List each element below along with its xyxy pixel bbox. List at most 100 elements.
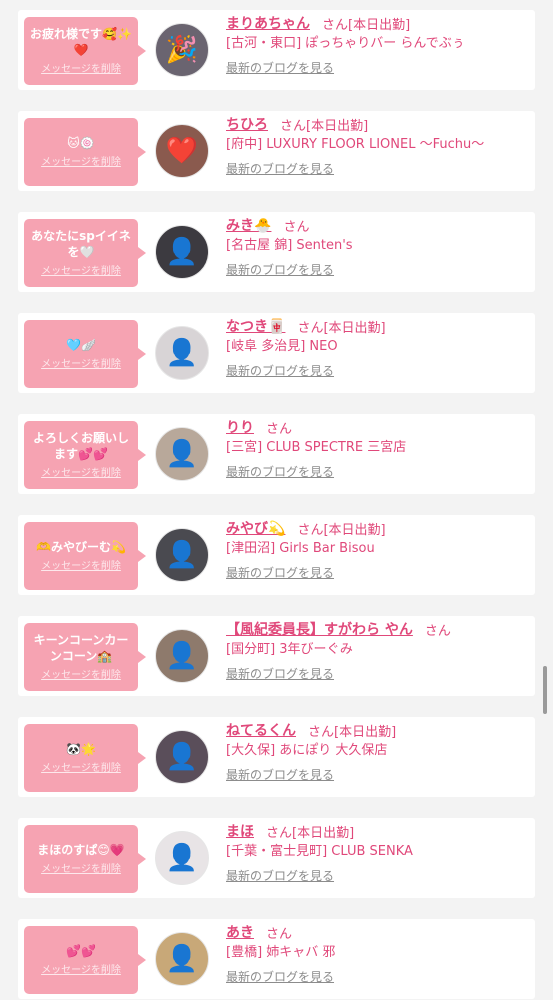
name-row: みやび💫 さん[本日出勤]	[226, 517, 386, 539]
latest-blog-link[interactable]: 最新のブログを見る	[226, 464, 334, 480]
cast-name-link[interactable]: 【風紀委員長】すがわら やん	[226, 619, 413, 639]
message-bubble: 🩵🪽 メッセージを削除	[24, 320, 146, 388]
name-row: ちひろ さん[本日出勤]	[226, 113, 368, 135]
latest-blog-link[interactable]: 最新のブログを見る	[226, 868, 334, 884]
cast-status: さん[本日出勤]	[266, 825, 355, 841]
delete-message-link[interactable]: メッセージを削除	[41, 965, 121, 977]
delete-message-link[interactable]: メッセージを削除	[41, 763, 121, 775]
message-text: 🫶みやびーむ💫	[36, 540, 126, 554]
message-card: 💕💕 メッセージを削除 👤 あき さん [豊橋] 姉キャバ 邪 最新のブログを見…	[18, 919, 535, 999]
name-row: ねてるくん さん[本日出勤]	[226, 719, 396, 741]
avatar-icon: 👤	[165, 338, 199, 368]
message-text: よろしくお願いします💕💕	[32, 431, 129, 461]
message-text: まほのすぱ😊💗	[37, 843, 125, 857]
message-text: 🐱🍥	[67, 136, 95, 150]
store-name: [国分町] 3年びーぐみ	[226, 642, 353, 657]
latest-blog-link[interactable]: 最新のブログを見る	[226, 262, 334, 278]
avatar-icon: 👤	[165, 641, 199, 671]
message-text: 🐼🌟	[66, 742, 96, 756]
message-text: あなたにspイイネを🤍	[31, 229, 131, 259]
avatar[interactable]: 🎉	[155, 23, 209, 77]
avatar-icon: 👤	[165, 944, 199, 974]
message-card: 🩵🪽 メッセージを削除 👤 なつき🀄 さん[本日出勤] [岐阜 多治見] NEO…	[18, 313, 535, 393]
message-bubble: 🫶みやびーむ💫 メッセージを削除	[24, 522, 146, 590]
delete-message-link[interactable]: メッセージを削除	[41, 864, 121, 876]
name-row: なつき🀄 さん[本日出勤]	[226, 315, 386, 337]
avatar-icon: 👤	[165, 843, 199, 873]
avatar[interactable]: 👤	[155, 831, 209, 885]
message-text: キーンコーンカーンコーン🏫	[33, 633, 129, 663]
cast-name-link[interactable]: なつき🀄	[226, 316, 285, 336]
store-name: [三宮] CLUB SPECTRE 三宮店	[226, 440, 407, 455]
cast-name-link[interactable]: りり	[226, 417, 254, 437]
avatar-icon: ❤️	[165, 136, 199, 166]
name-row: まりあちゃん さん[本日出勤]	[226, 12, 410, 34]
avatar[interactable]: 👤	[155, 730, 209, 784]
message-bubble: お疲れ様です🥰✨❤️ メッセージを削除	[24, 17, 146, 85]
cast-status: さん	[266, 926, 293, 942]
cast-name-link[interactable]: まりあちゃん	[226, 13, 310, 33]
message-bubble: あなたにspイイネを🤍 メッセージを削除	[24, 219, 146, 287]
message-text: 💕💕	[66, 944, 96, 958]
avatar-icon: 👤	[165, 237, 199, 267]
message-bubble: まほのすぱ😊💗 メッセージを削除	[24, 825, 146, 893]
latest-blog-link[interactable]: 最新のブログを見る	[226, 363, 334, 379]
avatar[interactable]: 👤	[155, 932, 209, 986]
name-row: みき🐣 さん	[226, 214, 309, 236]
scrollbar[interactable]	[543, 666, 547, 714]
avatar[interactable]: 👤	[155, 427, 209, 481]
latest-blog-link[interactable]: 最新のブログを見る	[226, 161, 334, 177]
latest-blog-link[interactable]: 最新のブログを見る	[226, 969, 334, 985]
delete-message-link[interactable]: メッセージを削除	[41, 670, 121, 682]
cast-name-link[interactable]: ねてるくん	[226, 720, 296, 740]
store-name: [大久保] あにぽり 大久保店	[226, 743, 388, 758]
name-row: まほ さん[本日出勤]	[226, 820, 354, 842]
cast-name-link[interactable]: あき	[226, 922, 254, 942]
store-name: [府中] LUXURY FLOOR LIONEL 〜Fuchu〜	[226, 137, 485, 152]
latest-blog-link[interactable]: 最新のブログを見る	[226, 60, 334, 76]
avatar[interactable]: 👤	[155, 225, 209, 279]
delete-message-link[interactable]: メッセージを削除	[41, 468, 121, 480]
delete-message-link[interactable]: メッセージを削除	[41, 157, 121, 169]
cast-name-link[interactable]: まほ	[226, 821, 254, 841]
delete-message-link[interactable]: メッセージを削除	[41, 561, 121, 573]
cast-status: さん	[266, 421, 293, 437]
message-card: あなたにspイイネを🤍 メッセージを削除 👤 みき🐣 さん [名古屋 錦] Se…	[18, 212, 535, 292]
store-name: [豊橋] 姉キャバ 邪	[226, 945, 336, 960]
avatar-icon: 👤	[165, 439, 199, 469]
cast-name-link[interactable]: ちひろ	[226, 114, 268, 134]
store-name: [千葉・富士見町] CLUB SENKA	[226, 844, 413, 859]
avatar[interactable]: 👤	[155, 528, 209, 582]
message-bubble: 🐼🌟 メッセージを削除	[24, 724, 146, 792]
message-bubble: キーンコーンカーンコーン🏫 メッセージを削除	[24, 623, 146, 691]
name-row: りり さん	[226, 416, 292, 438]
latest-blog-link[interactable]: 最新のブログを見る	[226, 767, 334, 783]
avatar[interactable]: ❤️	[155, 124, 209, 178]
cast-status: さん[本日出勤]	[297, 522, 386, 538]
delete-message-link[interactable]: メッセージを削除	[41, 359, 121, 371]
name-row: 【風紀委員長】すがわら やん さん	[226, 618, 451, 640]
cast-name-link[interactable]: みやび💫	[226, 518, 285, 538]
cast-status: さん[本日出勤]	[297, 320, 386, 336]
delete-message-link[interactable]: メッセージを削除	[41, 64, 121, 76]
avatar[interactable]: 👤	[155, 326, 209, 380]
store-name: [古河・東口] ぽっちゃりバー らんでぶぅ	[226, 36, 465, 51]
cast-status: さん[本日出勤]	[280, 118, 369, 134]
cast-name-link[interactable]: みき🐣	[226, 215, 271, 235]
latest-blog-link[interactable]: 最新のブログを見る	[226, 666, 334, 682]
message-bubble: 💕💕 メッセージを削除	[24, 926, 146, 994]
name-row: あき さん	[226, 921, 292, 943]
message-card: 🐼🌟 メッセージを削除 👤 ねてるくん さん[本日出勤] [大久保] あにぽり …	[18, 717, 535, 797]
message-card: まほのすぱ😊💗 メッセージを削除 👤 まほ さん[本日出勤] [千葉・富士見町]…	[18, 818, 535, 898]
latest-blog-link[interactable]: 最新のブログを見る	[226, 565, 334, 581]
cast-status: さん	[283, 219, 310, 235]
message-card: キーンコーンカーンコーン🏫 メッセージを削除 👤 【風紀委員長】すがわら やん …	[18, 616, 535, 696]
message-bubble: 🐱🍥 メッセージを削除	[24, 118, 146, 186]
delete-message-link[interactable]: メッセージを削除	[41, 266, 121, 278]
message-card: お疲れ様です🥰✨❤️ メッセージを削除 🎉 まりあちゃん さん[本日出勤] [古…	[18, 10, 535, 90]
store-name: [名古屋 錦] Senten's	[226, 238, 353, 253]
message-bubble: よろしくお願いします💕💕 メッセージを削除	[24, 421, 146, 489]
message-card: よろしくお願いします💕💕 メッセージを削除 👤 りり さん [三宮] CLUB …	[18, 414, 535, 494]
message-text: お疲れ様です🥰✨❤️	[30, 27, 132, 57]
avatar[interactable]: 👤	[155, 629, 209, 683]
